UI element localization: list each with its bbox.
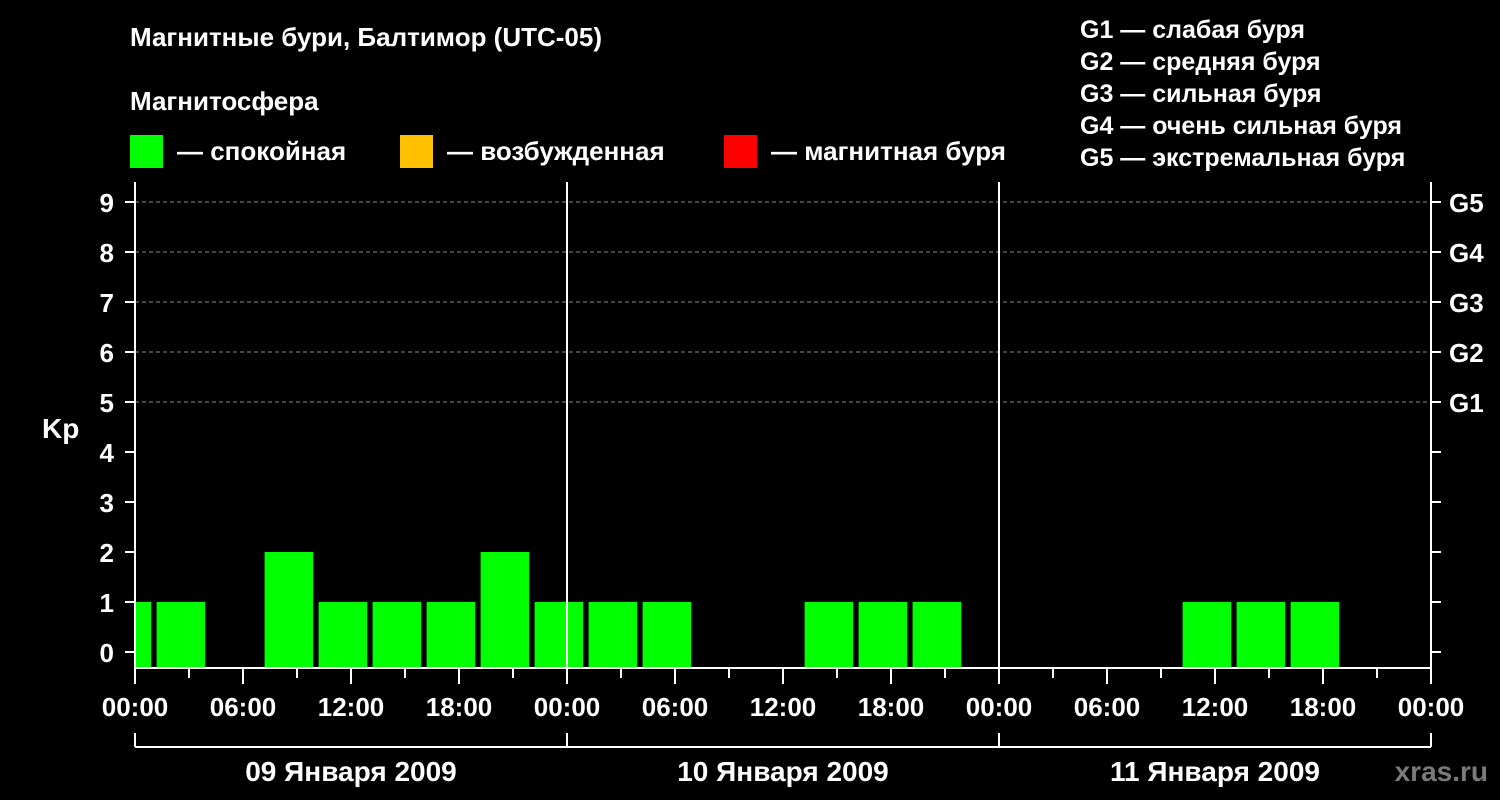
g-level-label-G4: G4 (1449, 238, 1484, 268)
kp-bar-3 (318, 602, 368, 668)
kp-bar-10 (804, 602, 854, 668)
g-level-label-G3: G3 (1449, 288, 1484, 318)
y-tick-label-5: 5 (100, 388, 114, 418)
y-axis-label: Kp (42, 413, 79, 444)
kp-bar-11 (858, 602, 908, 668)
y-tick-label-7: 7 (100, 288, 114, 318)
x-tick-label-8: 00:00 (966, 692, 1033, 722)
x-tick-label-4: 00:00 (534, 692, 601, 722)
x-tick-label-5: 06:00 (642, 692, 709, 722)
g-level-label-G5: G5 (1449, 188, 1484, 218)
x-tick-label-12: 00:00 (1398, 692, 1465, 722)
y-tick-label-2: 2 (100, 538, 114, 568)
kp-chart: 0 1 2 3 4 5 6 7 8 9 G1 G2 G3 G4 G5 Kp 00:00 06:00 12:00 18:… (42, 182, 1484, 787)
y-tick-label-8: 8 (100, 238, 114, 268)
kp-bar-0 (135, 602, 152, 668)
kp-bar-12 (912, 602, 962, 668)
y-tick-label-4: 4 (100, 438, 115, 468)
kp-bar-14 (1236, 602, 1286, 668)
x-tick-label-3: 18:00 (426, 692, 493, 722)
kp-bar-15 (1290, 602, 1340, 668)
x-tick-label-0: 00:00 (102, 692, 169, 722)
x-tick-label-10: 12:00 (1182, 692, 1249, 722)
x-tick-label-2: 12:00 (318, 692, 385, 722)
kp-bar-7 (534, 602, 584, 668)
y-tick-label-1: 1 (100, 588, 114, 618)
y-tick-label-0: 0 (100, 638, 114, 668)
day-label-2: 11 Января 2009 (1110, 756, 1320, 787)
day-label-1: 10 Января 2009 (677, 756, 889, 787)
kp-bar-2 (264, 552, 314, 668)
y-tick-label-6: 6 (100, 338, 114, 368)
kp-bar-1 (156, 602, 206, 668)
x-tick-label-6: 12:00 (750, 692, 817, 722)
kp-bar-6 (480, 552, 530, 668)
kp-bar-8 (588, 602, 638, 668)
y-tick-label-3: 3 (100, 488, 114, 518)
y-tick-label-9: 9 (100, 188, 114, 218)
x-tick-label-9: 06:00 (1074, 692, 1141, 722)
x-tick-label-7: 18:00 (858, 692, 925, 722)
g-level-label-G2: G2 (1449, 338, 1484, 368)
kp-bar-4 (372, 602, 422, 668)
g-level-label-G1: G1 (1449, 388, 1484, 418)
kp-bar-9 (642, 602, 692, 668)
x-tick-label-11: 18:00 (1290, 692, 1357, 722)
watermark: xras.ru (1394, 756, 1488, 787)
day-label-0: 09 Января 2009 (245, 756, 457, 787)
kp-bar-5 (426, 602, 476, 668)
x-tick-label-1: 06:00 (210, 692, 277, 722)
kp-bar-13 (1182, 602, 1232, 668)
